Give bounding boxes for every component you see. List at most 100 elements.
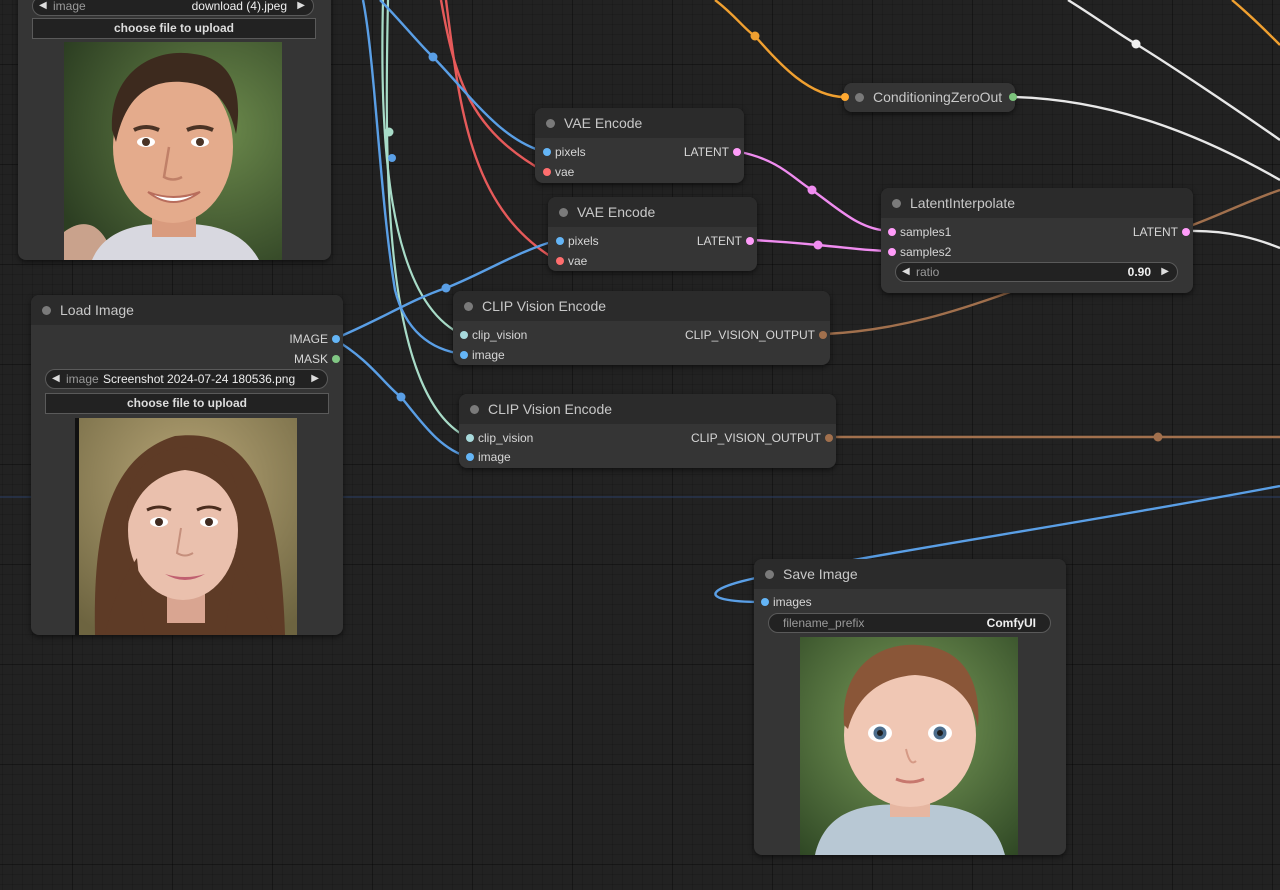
conditioning-wire-right[interactable]: [1231, 0, 1280, 46]
upload-button[interactable]: choose file to upload: [32, 18, 316, 39]
wire-reroute-dot[interactable]: [1153, 432, 1163, 442]
image-selector-widget[interactable]: ◀ image download (4).jpeg ▶: [32, 0, 314, 16]
vae-encode-node-2[interactable]: VAE Encode pixels vae LATENT: [548, 197, 757, 271]
node-header[interactable]: ConditioningZeroOut: [844, 83, 1015, 112]
load-image-node[interactable]: Load Image IMAGE MASK ◀ image Screenshot…: [31, 295, 343, 635]
collapse-dot-icon[interactable]: [892, 199, 901, 208]
output-slot-clip-vision-output[interactable]: CLIP_VISION_OUTPUT: [691, 431, 835, 445]
wire-reroute-dot[interactable]: [441, 283, 451, 293]
wire-reroute-dot[interactable]: [813, 240, 823, 250]
output-slot-latent[interactable]: LATENT: [684, 145, 743, 159]
slot-label: pixels: [568, 234, 599, 248]
node-header[interactable]: VAE Encode: [548, 197, 757, 227]
conditioning-zero-out-wire[interactable]: [1013, 95, 1280, 182]
node-title: CLIP Vision Encode: [482, 298, 607, 314]
clip-vision-output-wire[interactable]: [1189, 188, 1280, 228]
input-slot-image[interactable]: image: [458, 348, 505, 362]
slot-label: pixels: [555, 145, 586, 159]
node-header[interactable]: VAE Encode: [535, 108, 744, 138]
node-title: Load Image: [60, 302, 134, 318]
input-slot-vae[interactable]: vae: [554, 254, 587, 268]
slot-label: images: [773, 595, 812, 609]
input-slot-conditioning[interactable]: [841, 93, 849, 101]
arrow-right-icon[interactable]: ▶: [311, 370, 319, 388]
widget-label: filename_prefix: [783, 616, 865, 630]
latent-interpolate-node[interactable]: LatentInterpolate samples1 samples2 LATE…: [881, 188, 1193, 293]
wire-reroute-dot[interactable]: [388, 154, 396, 162]
conditioning-wire[interactable]: [1067, 0, 1280, 141]
load-image-node-top[interactable]: ◀ image download (4).jpeg ▶ choose file …: [18, 0, 331, 260]
save-image-node[interactable]: Save Image images filename_prefix ComfyU…: [754, 559, 1066, 855]
input-slot-images[interactable]: images: [759, 595, 812, 609]
slot-label: CLIP_VISION_OUTPUT: [690, 431, 821, 445]
input-slot-pixels[interactable]: pixels: [554, 234, 599, 248]
collapse-dot-icon[interactable]: [559, 208, 568, 217]
man-portrait-image: [64, 42, 282, 260]
clip-vision-output-wire[interactable]: [825, 290, 1011, 336]
output-slot-image[interactable]: IMAGE: [289, 332, 342, 346]
output-slot-conditioning[interactable]: [1009, 93, 1017, 101]
clip-vision-encode-node-1[interactable]: CLIP Vision Encode clip_vision image CLI…: [453, 291, 830, 365]
conditioning-input-wire[interactable]: [714, 0, 846, 99]
collapse-dot-icon[interactable]: [855, 93, 864, 102]
widget-value: download (4).jpeg: [191, 0, 287, 13]
node-title: ConditioningZeroOut: [873, 89, 1003, 105]
wire-reroute-dot[interactable]: [384, 127, 394, 137]
vae-encode-node-1[interactable]: VAE Encode pixels vae LATENT: [535, 108, 744, 183]
output-slot-latent[interactable]: LATENT: [1133, 225, 1192, 239]
wire-reroute-dot[interactable]: [750, 31, 760, 41]
widget-value: Screenshot 2024-07-24 180536.png: [103, 372, 296, 386]
output-slot-clip-vision-output[interactable]: CLIP_VISION_OUTPUT: [685, 328, 829, 342]
arrow-left-icon[interactable]: ◀: [902, 263, 910, 281]
node-header[interactable]: CLIP Vision Encode: [453, 291, 830, 321]
slot-label: image: [472, 348, 505, 362]
image-wire-top-2[interactable]: [379, 0, 546, 154]
input-slot-clip-vision[interactable]: clip_vision: [458, 328, 527, 342]
preview-image-woman: [75, 418, 297, 635]
slot-label: IMAGE: [289, 332, 328, 346]
arrow-right-icon[interactable]: ▶: [1161, 263, 1169, 281]
output-slot-latent[interactable]: LATENT: [697, 234, 756, 248]
node-header[interactable]: Load Image: [31, 295, 343, 325]
slot-label: LATENT: [683, 145, 729, 159]
input-slot-image[interactable]: image: [464, 450, 511, 464]
latent-output-wire[interactable]: [1187, 229, 1280, 250]
preview-image-man: [64, 42, 282, 260]
node-header[interactable]: CLIP Vision Encode: [459, 394, 836, 424]
filename-prefix-widget[interactable]: filename_prefix ComfyUI: [768, 613, 1051, 633]
collapse-dot-icon[interactable]: [464, 302, 473, 311]
conditioning-zero-out-node[interactable]: ConditioningZeroOut: [841, 83, 1017, 112]
slot-label: vae: [568, 254, 588, 268]
node-header[interactable]: LatentInterpolate: [881, 188, 1193, 218]
ratio-widget[interactable]: ◀ ratio 0.90 ▶: [895, 262, 1178, 282]
collapse-dot-icon[interactable]: [470, 405, 479, 414]
arrow-left-icon[interactable]: ◀: [39, 0, 47, 15]
input-slot-samples1[interactable]: samples1: [886, 225, 951, 239]
wire-reroute-dot[interactable]: [428, 52, 438, 62]
wire-reroute-dot[interactable]: [396, 392, 406, 402]
arrow-left-icon[interactable]: ◀: [52, 370, 60, 388]
node-title: VAE Encode: [564, 115, 643, 131]
input-slot-clip-vision[interactable]: clip_vision: [464, 431, 533, 445]
slot-label: clip_vision: [478, 431, 534, 445]
image-selector-widget[interactable]: ◀ image Screenshot 2024-07-24 180536.png…: [45, 369, 328, 389]
node-title: VAE Encode: [577, 204, 656, 220]
output-slot-mask[interactable]: MASK: [294, 352, 342, 366]
collapse-dot-icon[interactable]: [765, 570, 774, 579]
collapse-dot-icon[interactable]: [42, 306, 51, 315]
input-slot-pixels[interactable]: pixels: [541, 145, 586, 159]
node-title: LatentInterpolate: [910, 195, 1016, 211]
node-header[interactable]: Save Image: [754, 559, 1066, 589]
upload-button[interactable]: choose file to upload: [45, 393, 329, 414]
output-image-child: [800, 637, 1018, 855]
input-slot-vae[interactable]: vae: [541, 165, 574, 179]
arrow-right-icon[interactable]: ▶: [297, 0, 305, 15]
slot-label: CLIP_VISION_OUTPUT: [684, 328, 815, 342]
widget-value: ComfyUI: [986, 616, 1036, 630]
wire-reroute-dot[interactable]: [1131, 39, 1141, 49]
collapse-dot-icon[interactable]: [546, 119, 555, 128]
input-slot-samples2[interactable]: samples2: [886, 245, 951, 259]
wire-reroute-dot[interactable]: [807, 185, 817, 195]
clip-vision-encode-node-2[interactable]: CLIP Vision Encode clip_vision image CLI…: [459, 394, 836, 468]
slot-label: samples2: [900, 245, 952, 259]
